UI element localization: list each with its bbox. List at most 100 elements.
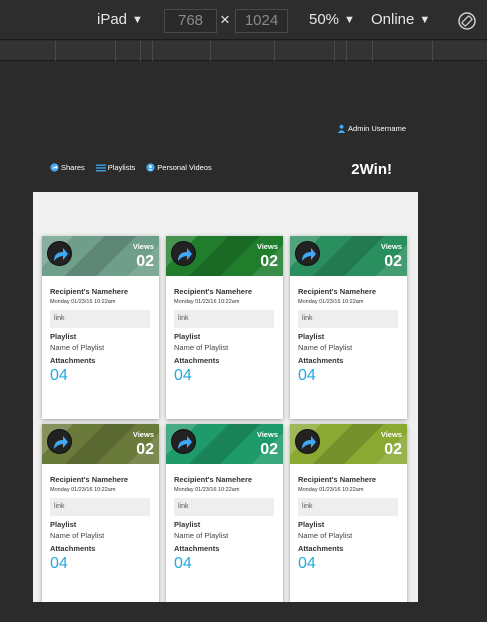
card-body: Recipient's Namehere Monday 01/23/16 10:… — [290, 276, 407, 385]
share-card[interactable]: Views 02 Recipient's Namehere Monday 01/… — [42, 424, 159, 602]
playlist-name: Name of Playlist — [174, 531, 229, 540]
attachments-count[interactable]: 04 — [174, 367, 275, 385]
views-label: Views — [132, 430, 154, 439]
chevron-down-icon: ▼ — [344, 13, 355, 26]
share-icon[interactable] — [47, 429, 72, 454]
link-field[interactable]: link — [298, 498, 398, 516]
link-field[interactable]: link — [298, 310, 398, 328]
recipient-name: Recipient's Namehere — [298, 287, 377, 296]
device-viewport: Admin Username Shares Playlists Personal… — [33, 90, 418, 602]
share-icon[interactable] — [171, 241, 196, 266]
nav-item-playlists[interactable]: Playlists — [95, 163, 136, 172]
share-card[interactable]: Views 02 Recipient's Namehere Monday 01/… — [166, 424, 283, 602]
recipient-name: Recipient's Namehere — [174, 475, 253, 484]
share-icon[interactable] — [295, 241, 320, 266]
nav-label-playlists: Playlists — [107, 163, 136, 172]
attachments-label: Attachments — [298, 544, 344, 553]
video-thumbnail[interactable]: Views 02 — [166, 424, 283, 464]
share-card[interactable]: Views 02 Recipient's Namehere Monday 01/… — [166, 236, 283, 419]
media-query-ruler — [0, 41, 487, 61]
playlist-name: Name of Playlist — [50, 343, 105, 352]
views-label: Views — [380, 242, 402, 251]
card-body: Recipient's Namehere Monday 01/23/16 10:… — [166, 276, 283, 385]
network-select[interactable]: Online ▼ — [371, 11, 430, 28]
rotate-icon[interactable] — [457, 11, 477, 31]
playlist-label: Playlist — [50, 520, 77, 529]
nav-item-shares[interactable]: Shares — [50, 163, 85, 172]
views-count: 02 — [384, 441, 402, 458]
share-card[interactable]: Views 02 Recipient's Namehere Monday 01/… — [42, 236, 159, 419]
video-thumbnail[interactable]: Views 02 — [290, 236, 407, 276]
share-date: Monday 01/23/16 10:22am — [174, 487, 240, 493]
dimension-separator: × — [220, 10, 230, 29]
share-date: Monday 01/23/16 10:22am — [50, 487, 116, 493]
network-label: Online — [371, 11, 415, 28]
share-card[interactable]: Views 02 Recipient's Namehere Monday 01/… — [290, 236, 407, 419]
views-count: 02 — [260, 441, 278, 458]
nav-label-personal-videos: Personal Videos — [157, 163, 212, 172]
recipient-name: Recipient's Namehere — [174, 287, 253, 296]
admin-username: Admin Username — [348, 124, 406, 133]
share-date: Monday 01/23/16 10:22am — [298, 299, 364, 305]
attachments-label: Attachments — [50, 356, 96, 365]
playlist-label: Playlist — [298, 332, 325, 341]
attachments-count[interactable]: 04 — [174, 555, 275, 573]
link-field[interactable]: link — [174, 310, 274, 328]
brand-logo[interactable]: 2Win! — [351, 161, 392, 178]
video-thumbnail[interactable]: Views 02 — [290, 424, 407, 464]
views-count: 02 — [384, 253, 402, 270]
card-body: Recipient's Namehere Monday 01/23/16 10:… — [42, 464, 159, 573]
attachments-count[interactable]: 04 — [298, 555, 399, 573]
chevron-down-icon: ▼ — [132, 13, 143, 26]
share-icon[interactable] — [295, 429, 320, 454]
card-body: Recipient's Namehere Monday 01/23/16 10:… — [290, 464, 407, 573]
recipient-name: Recipient's Namehere — [298, 475, 377, 484]
views-label: Views — [132, 242, 154, 251]
attachments-count[interactable]: 04 — [50, 367, 151, 385]
devtools-device-bar: iPad ▼ 768 × 1024 50% ▼ Online ▼ — [0, 0, 487, 40]
link-field[interactable]: link — [174, 498, 274, 516]
share-icon[interactable] — [171, 429, 196, 454]
nav-item-personal-videos[interactable]: Personal Videos — [146, 163, 212, 172]
video-thumbnail[interactable]: Views 02 — [42, 236, 159, 276]
share-card[interactable]: Views 02 Recipient's Namehere Monday 01/… — [290, 424, 407, 602]
zoom-label: 50% — [309, 11, 340, 28]
height-input[interactable]: 1024 — [235, 9, 288, 33]
admin-user-menu[interactable]: Admin Username — [337, 124, 406, 133]
video-thumbnail[interactable]: Views 02 — [166, 236, 283, 276]
main-nav: Shares Playlists Personal Videos — [50, 163, 212, 172]
width-input[interactable]: 768 — [164, 9, 217, 33]
attachments-label: Attachments — [174, 356, 220, 365]
playlist-name: Name of Playlist — [298, 343, 353, 352]
video-icon — [146, 163, 155, 172]
attachments-count[interactable]: 04 — [298, 367, 399, 385]
recipient-name: Recipient's Namehere — [50, 287, 129, 296]
card-body: Recipient's Namehere Monday 01/23/16 10:… — [166, 464, 283, 573]
playlist-label: Playlist — [174, 520, 201, 529]
devtools-toolbar: iPad ▼ 768 × 1024 50% ▼ Online ▼ — [0, 0, 487, 62]
playlist-label: Playlist — [298, 520, 325, 529]
playlist-name: Name of Playlist — [298, 531, 353, 540]
attachments-label: Attachments — [298, 356, 344, 365]
user-icon — [337, 124, 346, 133]
playlist-name: Name of Playlist — [50, 531, 105, 540]
device-select[interactable]: iPad ▼ — [97, 11, 143, 28]
views-count: 02 — [136, 441, 154, 458]
video-thumbnail[interactable]: Views 02 — [42, 424, 159, 464]
link-field[interactable]: link — [50, 310, 150, 328]
list-icon — [95, 164, 106, 171]
share-date: Monday 01/23/16 10:22am — [174, 299, 240, 305]
share-icon — [50, 163, 59, 172]
zoom-select[interactable]: 50% ▼ — [309, 11, 355, 28]
app-header: Admin Username Shares Playlists Personal… — [33, 90, 418, 192]
playlist-label: Playlist — [174, 332, 201, 341]
attachments-count[interactable]: 04 — [50, 555, 151, 573]
playlist-name: Name of Playlist — [174, 343, 229, 352]
share-icon[interactable] — [47, 241, 72, 266]
playlist-label: Playlist — [50, 332, 77, 341]
views-label: Views — [380, 430, 402, 439]
views-label: Views — [256, 430, 278, 439]
share-date: Monday 01/23/16 10:22am — [298, 487, 364, 493]
link-field[interactable]: link — [50, 498, 150, 516]
views-count: 02 — [136, 253, 154, 270]
